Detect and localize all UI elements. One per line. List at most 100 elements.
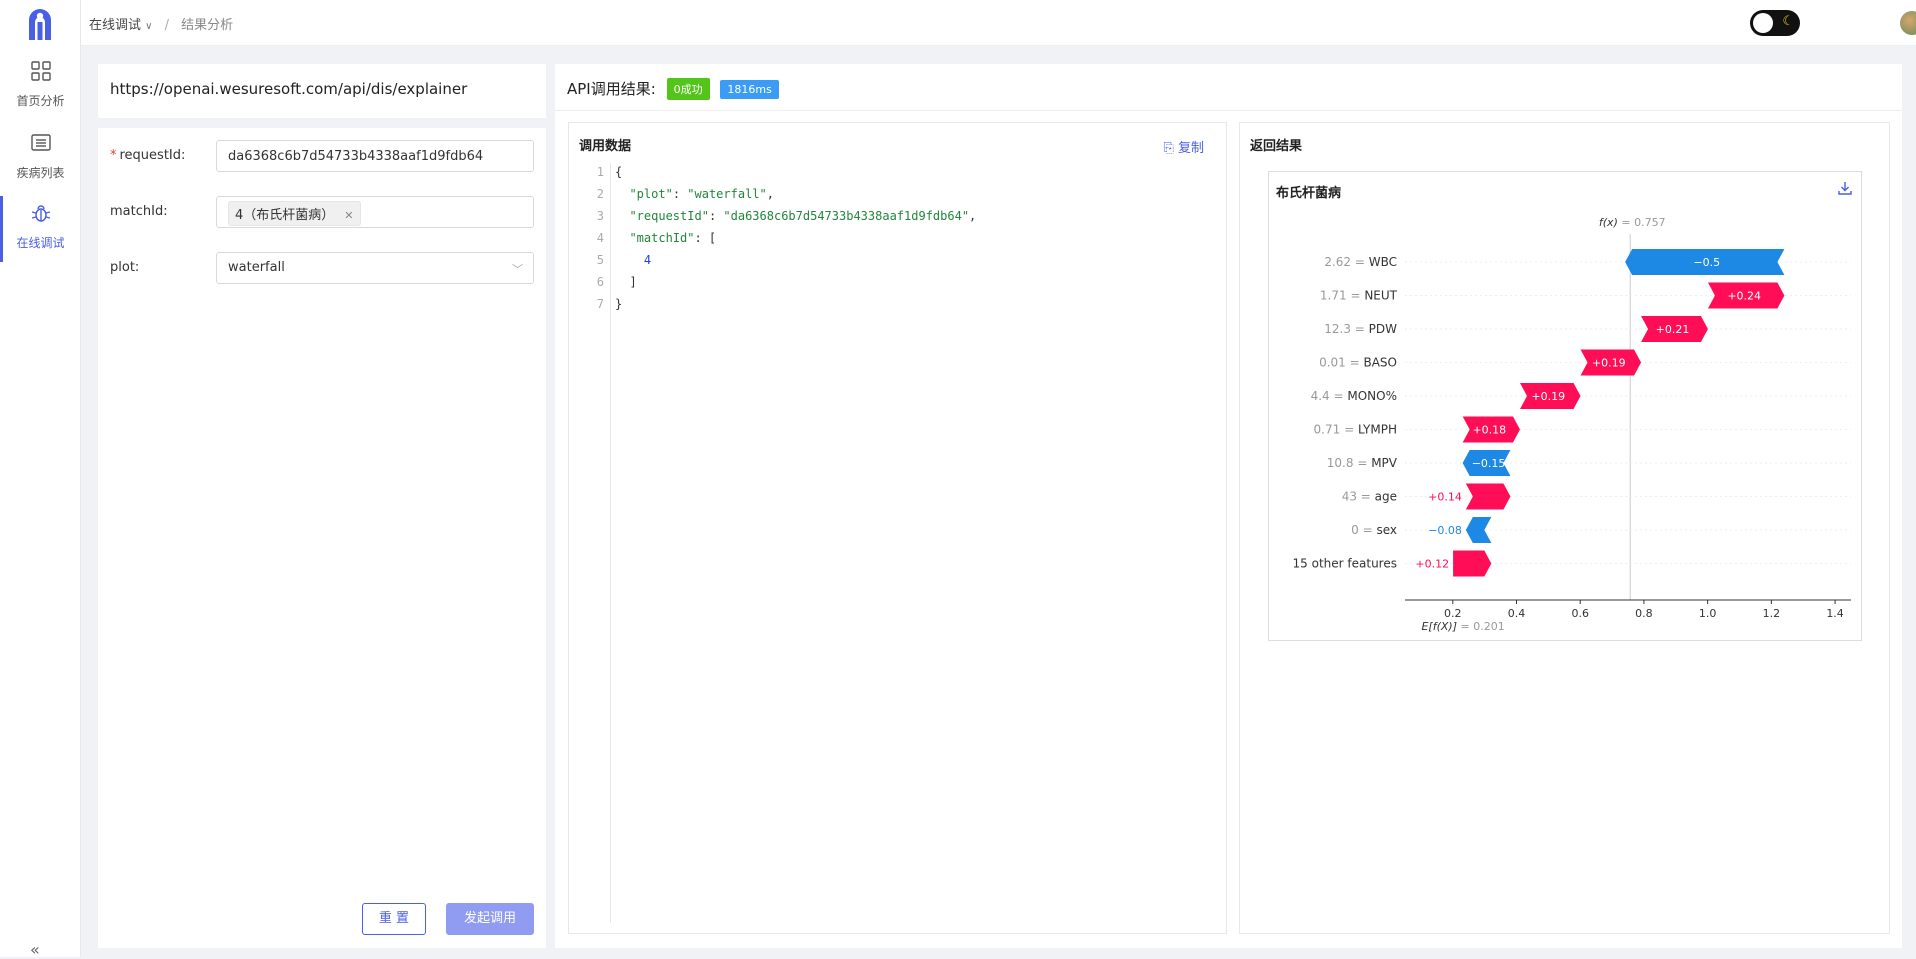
sidebar: 首页分析 疾病列表 在线调试 « bbox=[0, 0, 81, 959]
sidebar-item-label: 疾病列表 bbox=[16, 166, 65, 180]
bar-value-label: +0.12 bbox=[1415, 558, 1449, 571]
duration-badge: 1816ms bbox=[720, 80, 779, 99]
response-title: 返回结果 bbox=[1250, 139, 1303, 154]
code-line: { bbox=[615, 165, 623, 179]
code-line: } bbox=[615, 297, 623, 311]
fx-label: f(x) = 0.757 bbox=[1599, 216, 1666, 229]
sidebar-item-disease-list[interactable]: 疾病列表 bbox=[0, 126, 81, 192]
api-url: https://openai.wesuresoft.com/api/dis/ex… bbox=[110, 80, 468, 98]
line-number: 5 bbox=[596, 253, 604, 267]
avatar[interactable] bbox=[1900, 11, 1916, 35]
plot-row: plot: waterfall ﹀ bbox=[110, 252, 534, 284]
line-gutter: 1 2 3 4 5 6 7 bbox=[569, 163, 611, 923]
plot-select[interactable]: waterfall ﹀ bbox=[216, 252, 534, 284]
reset-button[interactable]: 重 置 bbox=[362, 903, 426, 935]
status-badge: 0成功 bbox=[666, 78, 710, 100]
close-icon[interactable]: ✕ bbox=[344, 209, 353, 222]
double-chevron-left-icon[interactable]: « bbox=[30, 940, 40, 959]
grid-icon bbox=[30, 61, 51, 81]
line-number: 2 bbox=[596, 187, 604, 201]
moon-icon: ☾ bbox=[1782, 14, 1794, 29]
plot-value: waterfall bbox=[228, 260, 285, 275]
waterfall-chart: 布氏杆菌病 f(x) = 0.757 2.62 = WBC −0.5 1.71 = N… bbox=[1268, 171, 1862, 641]
match-id-tag: 4（布氏杆菌病） ✕ bbox=[228, 201, 361, 226]
breadcrumb-item-online-debug[interactable]: 在线调试 bbox=[89, 18, 141, 33]
code-line: "plot": "waterfall", bbox=[629, 187, 774, 201]
copy-icon: ⎘ bbox=[1163, 141, 1174, 156]
x-tick-label: 0.2 bbox=[1444, 607, 1462, 620]
bar-value-label: +0.14 bbox=[1428, 491, 1462, 504]
bug-icon bbox=[31, 205, 50, 222]
chevron-down-icon: ﹀ bbox=[512, 263, 523, 276]
x-tick-label: 1.2 bbox=[1763, 607, 1781, 620]
copy-button[interactable]: ⎘ 复制 bbox=[1163, 137, 1204, 156]
bar-value-label: +0.18 bbox=[1472, 424, 1506, 437]
bar-value-label: −0.5 bbox=[1693, 256, 1720, 269]
match-id-label: matchId: bbox=[110, 204, 168, 219]
code-line: 4 bbox=[643, 253, 652, 267]
code-line: "matchId": [ bbox=[629, 231, 717, 245]
match-id-select[interactable]: 4（布氏杆菌病） ✕ bbox=[216, 196, 534, 228]
feature-label: 0.01 = BASO bbox=[1319, 356, 1397, 370]
sidebar-item-label: 在线调试 bbox=[16, 236, 65, 250]
result-title: API调用结果: bbox=[567, 80, 656, 98]
line-number: 3 bbox=[596, 209, 604, 223]
theme-toggle[interactable]: ☾ bbox=[1750, 10, 1800, 36]
x-tick-label: 0.4 bbox=[1508, 607, 1526, 620]
bar-value-label: −0.08 bbox=[1428, 524, 1462, 537]
feature-label: 2.62 = WBC bbox=[1324, 255, 1397, 269]
submit-call-button[interactable]: 发起调用 bbox=[446, 903, 534, 935]
result-panel: API调用结果: 0成功 1816ms 调用数据 ⎘ 复制 1 2 3 4 5 … bbox=[555, 64, 1902, 948]
line-number: 6 bbox=[596, 275, 604, 289]
plot-label: plot: bbox=[110, 260, 140, 275]
x-tick-label: 1.0 bbox=[1699, 607, 1717, 620]
feature-label: 0.71 = LYMPH bbox=[1314, 423, 1397, 437]
feature-label: 12.3 = PDW bbox=[1324, 322, 1397, 336]
waterfall-bar bbox=[1465, 483, 1511, 510]
chevron-down-icon[interactable]: ∨ bbox=[145, 21, 152, 32]
line-number: 7 bbox=[596, 297, 604, 311]
feature-label: 43 = age bbox=[1342, 490, 1397, 504]
response-panel: 返回结果 布氏杆菌病 f(x) = 0.757 2.62 = WBC −0.5 1.7… bbox=[1239, 122, 1890, 934]
x-tick-label: 0.6 bbox=[1571, 607, 1589, 620]
waterfall-svg: f(x) = 0.757 2.62 = WBC −0.5 1.71 = NEUT +0.… bbox=[1293, 216, 1851, 633]
line-number: 1 bbox=[596, 165, 604, 179]
feature-label: 10.8 = MPV bbox=[1327, 456, 1398, 470]
sidebar-item-label: 首页分析 bbox=[16, 94, 65, 108]
code-line: "requestId": "da6368c6b7d54733b4338aaf1d… bbox=[629, 209, 977, 223]
divider bbox=[555, 110, 1902, 111]
breadcrumb: 在线调试 ∨ / 结果分析 bbox=[89, 14, 233, 33]
feature-label: 15 other features bbox=[1293, 557, 1397, 571]
request-data-panel: 调用数据 ⎘ 复制 1 2 3 4 5 6 7 { "plot": "water… bbox=[568, 122, 1227, 934]
feature-label: 0 = sex bbox=[1351, 523, 1397, 537]
bar-value-label: +0.21 bbox=[1656, 323, 1690, 336]
app-logo[interactable] bbox=[26, 6, 54, 40]
code-line: ] bbox=[615, 275, 637, 289]
waterfall-bar bbox=[1453, 550, 1492, 577]
feature-label: 4.4 = MONO% bbox=[1311, 389, 1397, 403]
copy-label: 复制 bbox=[1177, 141, 1204, 156]
line-number: 4 bbox=[596, 231, 604, 245]
url-panel: https://openai.wesuresoft.com/api/dis/ex… bbox=[98, 64, 546, 118]
bar-value-label: +0.19 bbox=[1531, 390, 1565, 403]
base-value-label: E[f(X)] = 0.201 bbox=[1421, 620, 1504, 633]
request-id-input[interactable] bbox=[216, 140, 534, 172]
x-tick-label: 0.8 bbox=[1635, 607, 1653, 620]
bar-value-label: −0.15 bbox=[1472, 457, 1506, 470]
request-form: *requestId: matchId: 4（布氏杆菌病）✕ plot: wat… bbox=[98, 128, 546, 948]
sidebar-item-home-analysis[interactable]: 首页分析 bbox=[0, 54, 81, 120]
toggle-knob bbox=[1753, 13, 1773, 33]
match-id-row: matchId: 4（布氏杆菌病） ✕ bbox=[110, 196, 534, 228]
request-data-title: 调用数据 bbox=[579, 139, 632, 154]
list-icon bbox=[30, 134, 51, 151]
request-id-label: * requestId: bbox=[110, 148, 186, 163]
feature-label: 1.71 = NEUT bbox=[1320, 289, 1398, 303]
result-header: API调用结果: 0成功 1816ms bbox=[567, 78, 779, 100]
sidebar-item-online-debug[interactable]: 在线调试 bbox=[0, 196, 81, 262]
topbar: 在线调试 ∨ / 结果分析 ☾ bbox=[81, 0, 1916, 46]
breadcrumb-item-result-analysis: 结果分析 bbox=[181, 18, 234, 33]
waterfall-bar bbox=[1465, 517, 1492, 543]
x-tick-label: 1.4 bbox=[1826, 607, 1844, 620]
bar-value-label: +0.24 bbox=[1727, 290, 1761, 303]
breadcrumb-separator: / bbox=[164, 18, 170, 33]
